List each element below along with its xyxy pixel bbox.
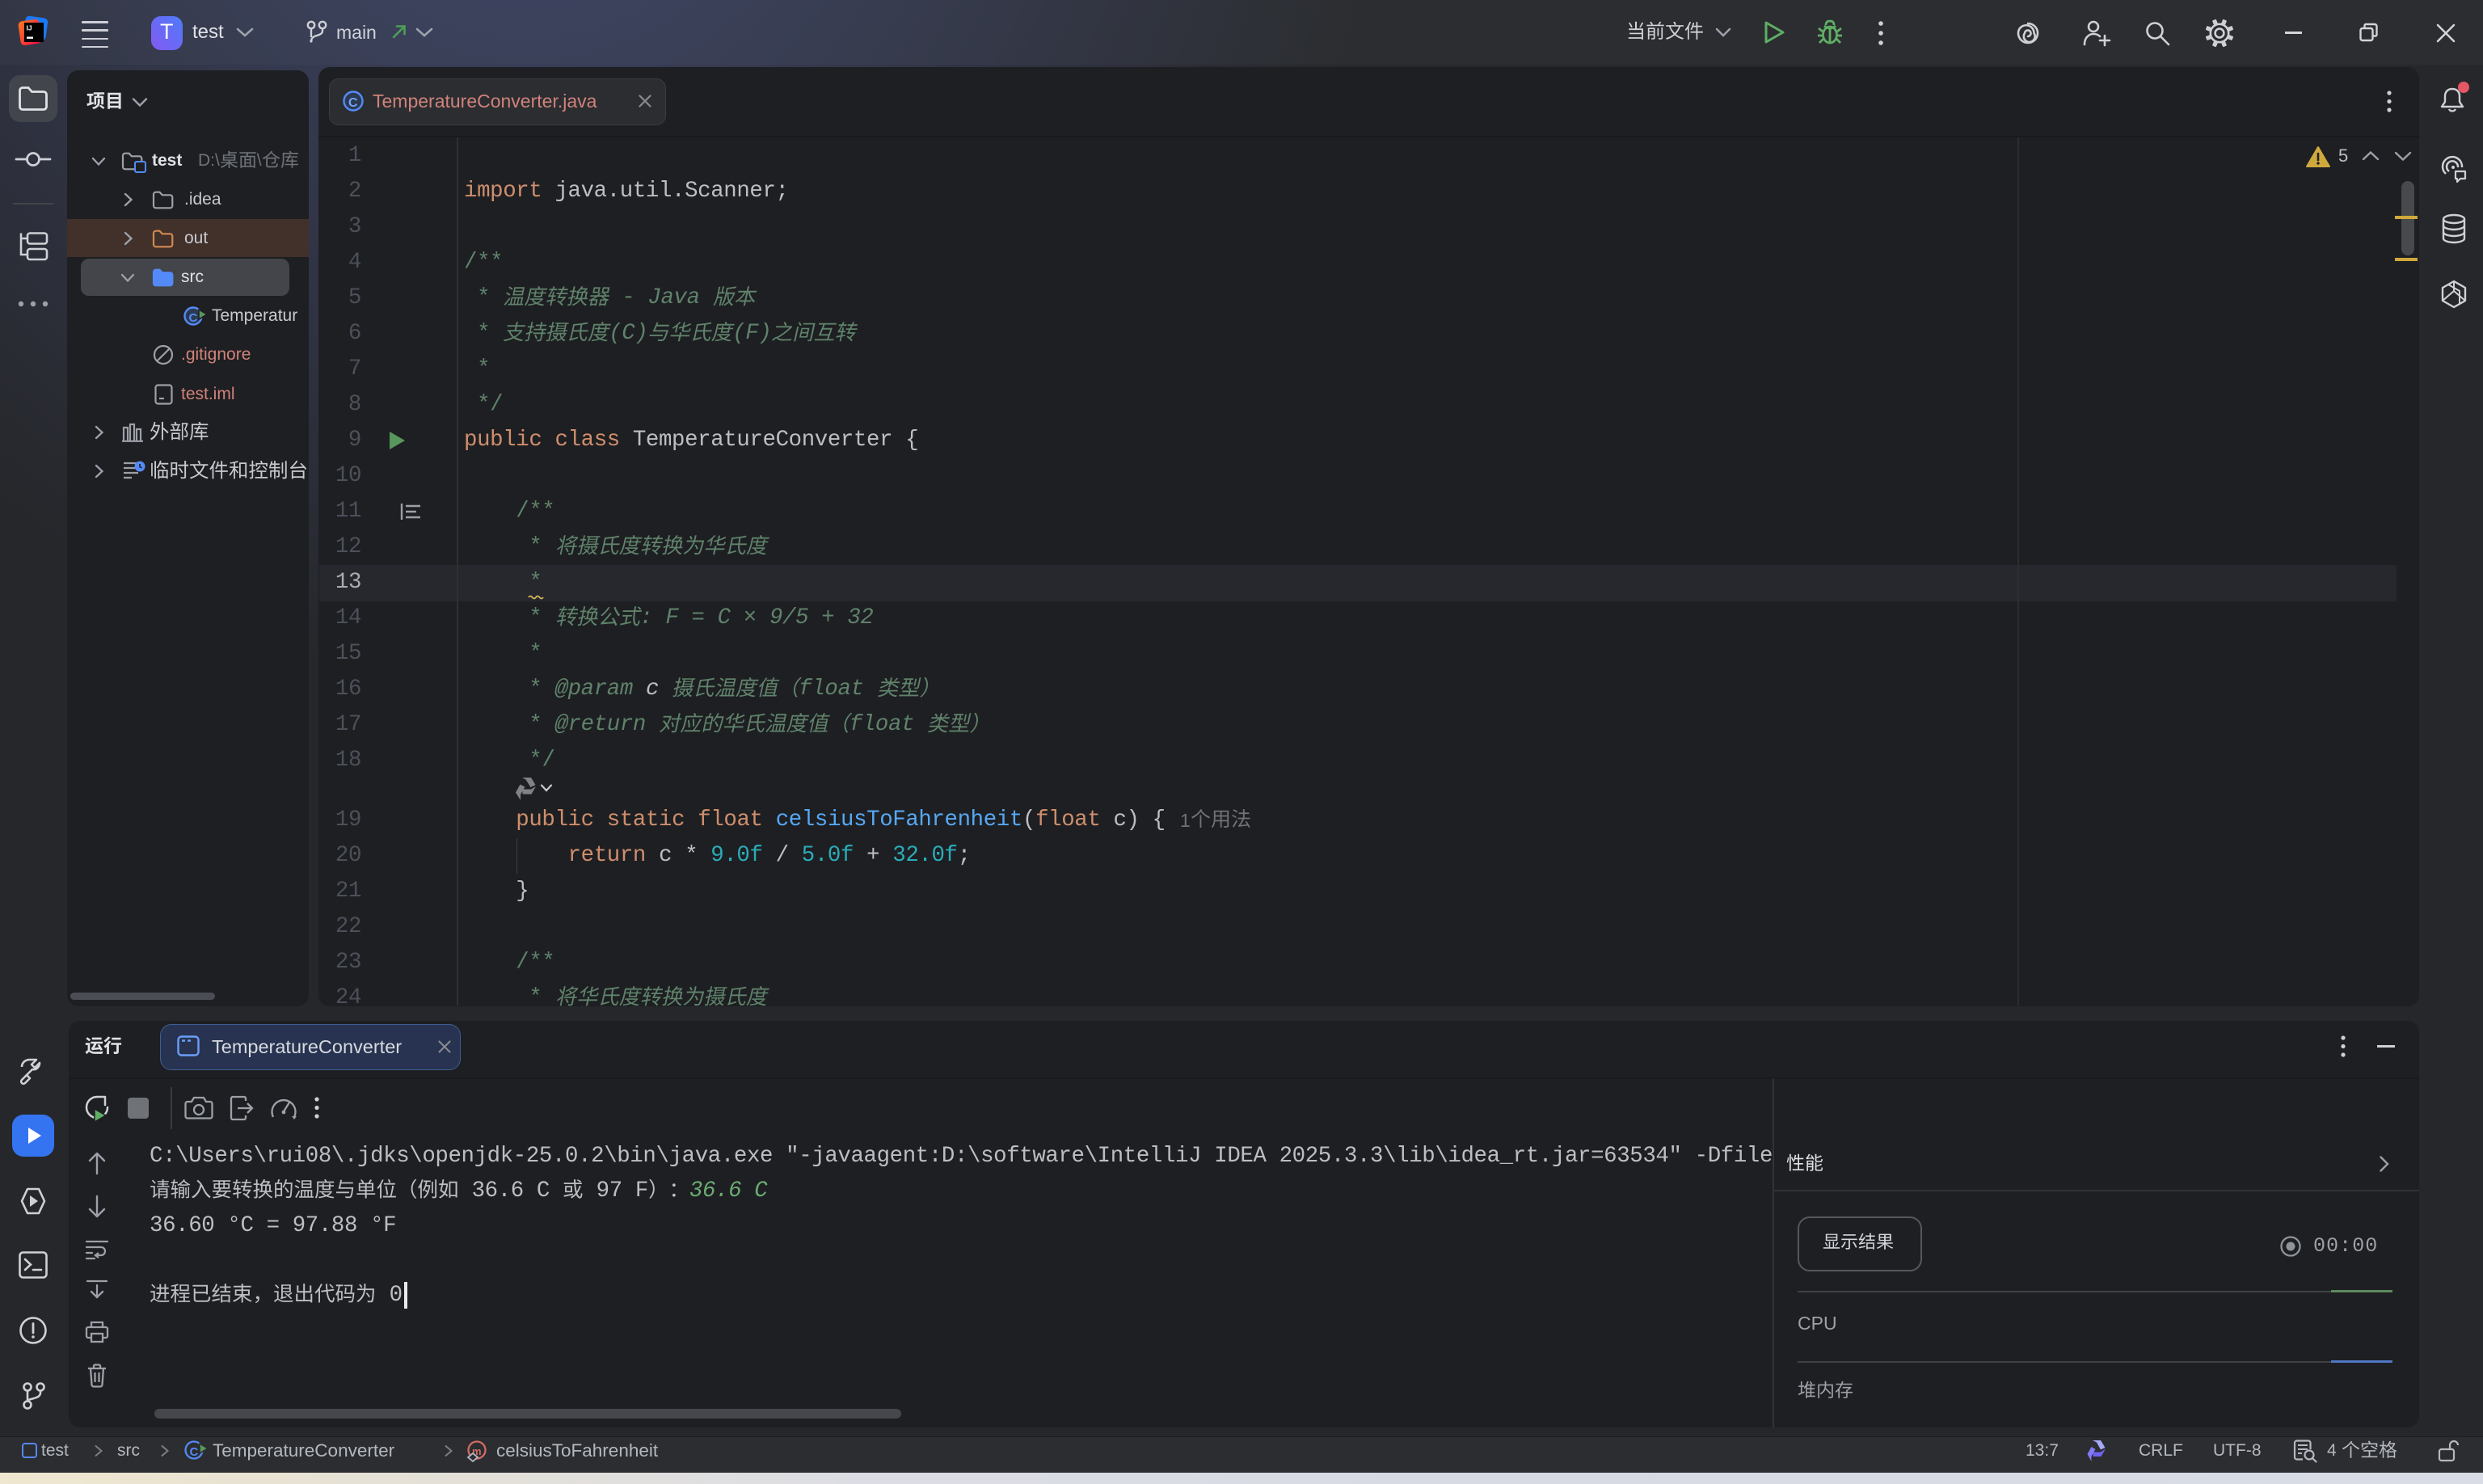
svg-text:IJ: IJ bbox=[27, 24, 32, 32]
svg-text:C: C bbox=[348, 96, 358, 110]
svg-text:C: C bbox=[190, 1445, 199, 1459]
svg-text:C: C bbox=[189, 311, 198, 325]
